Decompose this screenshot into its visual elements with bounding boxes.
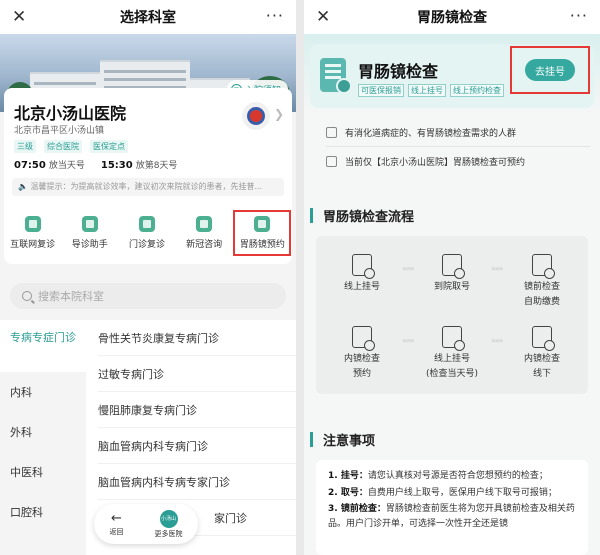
- quick-endoscopy-booking[interactable]: 胃肠镜预约: [233, 210, 292, 256]
- back-arrow-icon: ←: [111, 510, 122, 526]
- hospital-badge-icon: 小汤山: [159, 509, 178, 528]
- flow-step: 内镜检查 预约: [320, 326, 404, 380]
- hospital-logo: [242, 102, 270, 130]
- quick-covid-consult[interactable]: 新冠咨询: [176, 216, 232, 256]
- page-title: 胃肠镜检查: [417, 10, 487, 26]
- hospital-card[interactable]: 北京小汤山医院 北京市昌平区小汤山镇 三级 综合医院 医保定点 07:50 放当天…: [4, 88, 292, 264]
- hospital-tag: 三级: [14, 140, 36, 153]
- service-tag: 线上预约检查: [450, 84, 504, 97]
- notes-card: 1. 挂号：请您认真核对号源是否符合您想预约的检查； 2. 取号：自费用户线上取…: [316, 460, 588, 555]
- close-icon[interactable]: ✕: [12, 7, 26, 27]
- department-selection-screen: ✕ 选择科室 ··· ≡ 入院须知 北京小汤山医院 北京市昌平区小汤山镇 三级 …: [0, 0, 296, 555]
- category-specialty-clinic[interactable]: 专病专症门诊: [0, 320, 86, 372]
- release-time-day8: 15:30 放第8天号: [100, 160, 178, 171]
- list-item[interactable]: 骨性关节炎康复专病门诊: [98, 320, 296, 356]
- hospital-tags: 三级 综合医院 医保定点: [14, 140, 128, 153]
- chat-icon: [196, 216, 213, 232]
- service-tags: 可医保报销 线上挂号 线上预约检查: [358, 84, 504, 97]
- flow-step: 线上挂号: [320, 254, 404, 296]
- register-form-icon: [352, 254, 375, 279]
- category-sidebar: 专病专症门诊 内科 外科 中医科 口腔科: [0, 320, 86, 555]
- more-icon[interactable]: ···: [266, 6, 284, 26]
- note-item: 1. 挂号：请您认真核对号源是否符合您想预约的检查；: [328, 471, 548, 481]
- nav-bar: ✕ 选择科室 ···: [0, 0, 296, 34]
- grid-icon: [326, 126, 337, 138]
- compass-icon: [81, 216, 98, 232]
- reminder-bar[interactable]: 🔈 温馨提示：为提高就诊效率，建议初次来院就诊的患者，先挂普...: [12, 178, 284, 196]
- nav-bar: ✕ 胃肠镜检查 ···: [304, 0, 600, 34]
- list-item[interactable]: 过敏专病门诊: [98, 356, 296, 392]
- endoscopy-screen: ✕ 胃肠镜检查 ··· 胃肠镜检查 可医保报销 线上挂号 线上预约检查 去挂号 …: [304, 0, 600, 555]
- floating-bar: ← 返回 小汤山 更多医院: [94, 504, 198, 544]
- list-item[interactable]: 脑血管病内科专病门诊: [98, 428, 296, 464]
- search-icon: [22, 291, 32, 301]
- service-tag: 线上挂号: [408, 84, 446, 97]
- register-button[interactable]: 去挂号: [525, 59, 575, 81]
- flow-section-title: 胃肠镜检查流程: [304, 206, 414, 225]
- flow-step: 镜前检查 自助缴费: [500, 254, 584, 308]
- category-internal-medicine[interactable]: 内科: [0, 372, 86, 412]
- document-icon: [138, 216, 155, 232]
- release-times: 07:50 放当天号 15:30 放第8天号: [14, 158, 177, 171]
- clipboard-icon: [320, 58, 352, 94]
- notes-section-title: 注意事项: [304, 430, 375, 449]
- info-target-group: 有消化道病症的、有胃肠镜检查需求的人群: [304, 120, 600, 144]
- category-surgery[interactable]: 外科: [0, 412, 86, 452]
- hospital-tag: 医保定点: [90, 140, 128, 153]
- more-hospitals-button[interactable]: 小汤山 更多医院: [155, 509, 183, 539]
- quick-guide-assistant[interactable]: 导诊助手: [62, 216, 118, 256]
- stomach-icon: [254, 216, 271, 232]
- page-title: 选择科室: [120, 10, 176, 26]
- calendar-icon: [326, 155, 337, 167]
- service-title: 胃肠镜检查: [358, 62, 439, 81]
- department-search-input[interactable]: 搜索本院科室: [10, 283, 286, 309]
- hospital-name: 北京小汤山医院: [14, 104, 127, 123]
- service-card: 胃肠镜检查 可医保报销 线上挂号 线上预约检查 去挂号: [310, 44, 594, 108]
- quick-outpatient-revisit[interactable]: 门诊复诊: [119, 216, 175, 256]
- more-icon[interactable]: ···: [570, 6, 588, 26]
- search-placeholder: 搜索本院科室: [38, 290, 104, 303]
- category-tcm[interactable]: 中医科: [0, 452, 86, 492]
- flow-card: 线上挂号 »»» 到院取号 »»» 镜前检查 自助缴费 内镜检查 预约 »»» …: [316, 236, 588, 394]
- service-tag: 可医保报销: [358, 84, 404, 97]
- hospital-address: 北京市昌平区小汤山镇: [14, 126, 105, 136]
- chevron-right-icon[interactable]: ❯: [274, 107, 284, 121]
- hospital-tag: 综合医院: [44, 140, 82, 153]
- register-form-icon: [442, 326, 465, 351]
- flow-step: 内镜检查 线下: [500, 326, 584, 380]
- close-icon[interactable]: ✕: [316, 7, 330, 27]
- list-item[interactable]: 脑血管病内科专病专家门诊: [98, 464, 296, 500]
- phone-icon: [24, 216, 41, 232]
- ticket-icon: [442, 254, 465, 279]
- quick-actions: 互联网复诊 导诊助手 门诊复诊 新冠咨询 胃肠镜预约: [4, 210, 292, 256]
- list-item[interactable]: 慢阻肺康复专病门诊: [98, 392, 296, 428]
- back-button[interactable]: ← 返回: [110, 510, 124, 537]
- payment-icon: [532, 254, 555, 279]
- stomach-icon: [532, 326, 555, 351]
- note-item: 2. 取号：自费用户线上取号，医保用户线下取号可报销；: [328, 487, 557, 498]
- category-dental[interactable]: 口腔科: [0, 492, 86, 532]
- flow-step: 线上挂号 (检查当天号): [410, 326, 494, 380]
- info-availability: 当前仅【北京小汤山医院】胃肠镜检查可预约: [304, 149, 600, 173]
- note-item: 3. 镜前检查：胃肠镜检查前医生将为您开具镜前检查及相关药品。用户门诊开单，可选…: [328, 504, 575, 529]
- register-highlight: 去挂号: [510, 46, 590, 94]
- appointment-icon: [352, 326, 375, 351]
- quick-internet-revisit[interactable]: 互联网复诊: [5, 216, 61, 256]
- release-time-today: 07:50 放当天号: [14, 160, 85, 171]
- flow-step: 到院取号: [410, 254, 494, 296]
